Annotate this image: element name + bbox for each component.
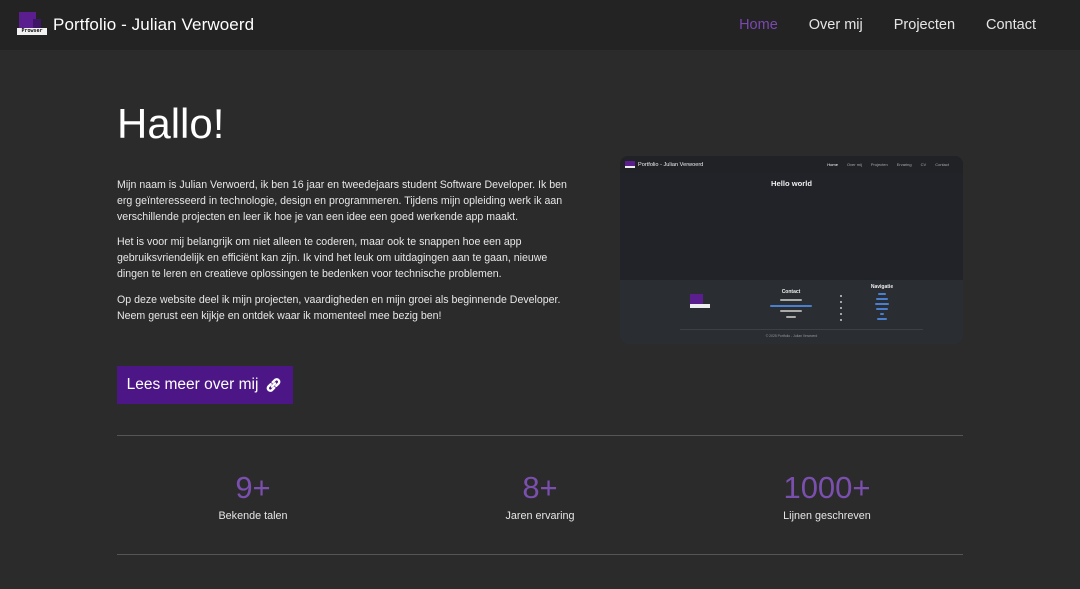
brand[interactable]: Prowser Portfolio - Julian Verwoerd	[17, 0, 254, 50]
stat-number: 1000+	[783, 470, 871, 505]
website-preview-image: Portfolio - Julian Verwoerd Home Over mi…	[620, 156, 963, 344]
preview-contact-line	[780, 299, 802, 301]
nav-links: Home Over mij Projecten Contact	[708, 0, 1036, 50]
preview-nav-links: Home Over mij Projecten Ervaring CV Cont…	[818, 156, 949, 173]
stat-label: Lijnen geschreven	[783, 510, 871, 522]
preview-nav-line	[877, 318, 887, 320]
logo: Prowser	[17, 12, 47, 38]
preview-copyright: © 2025 Portfolio - Julian Verwoerd	[765, 334, 818, 338]
preview-dot	[840, 313, 842, 315]
preview-navbar: Portfolio - Julian Verwoerd Home Over mi…	[620, 156, 963, 173]
preview-footer-logo	[690, 294, 710, 310]
stat-number: 8+	[522, 470, 558, 505]
preview-nav-line	[876, 308, 888, 310]
preview-body: Hello world	[620, 173, 963, 280]
read-more-button[interactable]: Lees meer over mij	[117, 366, 293, 404]
stat-known-languages: 9+ Bekende talen	[153, 470, 353, 522]
intro-text: Mijn naam is Julian Verwoerd, ik ben 16 …	[117, 178, 582, 334]
preview-link: Contact	[935, 162, 949, 167]
nav-link-projecten[interactable]: Projecten	[894, 17, 955, 33]
read-more-label: Lees meer over mij	[126, 376, 259, 393]
preview-navigation-heading: Navigatie	[870, 284, 894, 290]
intro-paragraph-1: Mijn naam is Julian Verwoerd, ik ben 16 …	[117, 179, 567, 223]
nav-link-over-mij[interactable]: Over mij	[809, 17, 863, 33]
preview-link: Over mij	[846, 162, 862, 167]
preview-link: Ervaring	[896, 162, 912, 167]
intro-paragraph-3: Op deze website deel ik mijn projecten, …	[117, 293, 561, 322]
hero-title: Hallo!	[117, 100, 225, 147]
preview-dot	[840, 319, 842, 321]
preview-link: CV	[920, 162, 927, 167]
section-divider-top	[117, 435, 963, 436]
preview-dot	[840, 301, 842, 303]
preview-footer-logo-banner	[690, 304, 710, 308]
preview-footer-divider	[680, 329, 923, 330]
nav-link-contact[interactable]: Contact	[986, 17, 1036, 33]
preview-dot	[840, 307, 842, 309]
preview-contact-line	[770, 305, 812, 307]
preview-brand: Portfolio - Julian Verwoerd	[638, 161, 704, 168]
preview-hello: Hello world	[771, 179, 812, 188]
preview-nav-line	[880, 313, 884, 315]
stat-lines-written: 1000+ Lijnen geschreven	[727, 470, 927, 522]
preview-dot	[840, 295, 842, 297]
preview-contact-heading: Contact	[781, 289, 801, 295]
navbar: Prowser Portfolio - Julian Verwoerd Home…	[0, 0, 1080, 50]
preview-dots	[840, 295, 842, 325]
stat-years-experience: 8+ Jaren ervaring	[440, 470, 640, 522]
logo-banner: Prowser	[17, 28, 47, 35]
logo-text: Prowser	[21, 28, 43, 34]
nav-link-home[interactable]: Home	[739, 17, 778, 33]
preview-nav-line	[878, 293, 886, 295]
preview-logo	[625, 161, 635, 168]
section-divider-bottom	[117, 554, 963, 555]
preview-contact-line	[780, 310, 802, 312]
intro-paragraph-2: Het is voor mij belangrijk om niet allee…	[117, 236, 548, 280]
link-icon	[267, 378, 281, 392]
brand-title: Portfolio - Julian Verwoerd	[53, 15, 255, 34]
preview-footer: Contact Navigatie © 2025 Portfolio - Jul…	[620, 280, 963, 344]
preview-link: Projecten	[870, 162, 888, 167]
stat-label: Bekende talen	[218, 510, 288, 522]
stat-number: 9+	[235, 470, 271, 505]
preview-link: Home	[827, 162, 838, 167]
preview-nav-line	[876, 298, 888, 300]
preview-nav-line	[875, 303, 889, 305]
preview-contact-icons	[786, 316, 796, 318]
stat-label: Jaren ervaring	[505, 510, 575, 522]
